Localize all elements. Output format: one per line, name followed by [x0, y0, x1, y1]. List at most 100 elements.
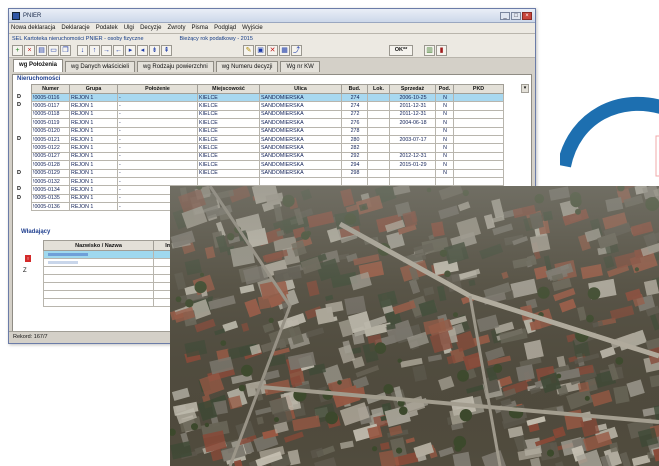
minimize-icon[interactable]: _ — [500, 11, 510, 20]
owner-row[interactable] — [43, 274, 184, 283]
table-cell: REJON 1 — [69, 143, 118, 153]
table-row[interactable]: !0005-0120 REJON 1- KIELCE SANDOMIERSKA 278 N — [31, 126, 504, 136]
link-icon[interactable]: ⤴ — [291, 45, 302, 56]
menu-item[interactable]: Decyzje — [140, 25, 161, 31]
sort-desc-icon[interactable]: ⇟ — [149, 45, 160, 56]
edit-icon[interactable]: ▤ — [36, 45, 47, 56]
print-icon[interactable]: ▥ — [424, 45, 435, 56]
table-row[interactable]: !0005-0129 REJON 1- KIELCE SANDOMIERSKA 298 N — [31, 168, 504, 178]
column-header[interactable]: Lok. — [367, 84, 390, 94]
arrow-right-icon[interactable]: → — [101, 45, 112, 56]
arrow-left-icon[interactable]: ← — [113, 45, 124, 56]
table-cell: 2003-07-17 — [389, 134, 436, 145]
table-cell: 2015-01-29 — [389, 160, 436, 170]
owners-column-header[interactable]: Nazwisko / Nazwa — [43, 240, 154, 251]
sort-asc-icon[interactable]: ⇞ — [161, 45, 172, 56]
column-header[interactable]: PKD — [453, 84, 504, 94]
owner-row[interactable] — [43, 250, 184, 259]
column-header[interactable]: Pod. — [435, 84, 454, 94]
table-cell: SANDOMIERSKA — [259, 160, 342, 170]
cancel-icon[interactable]: ✕ — [267, 45, 278, 56]
table-cell: REJON 1 — [69, 176, 118, 187]
table-row[interactable]: !0005-0119 REJON 1- KIELCE SANDOMIERSKA 276 2… — [31, 118, 504, 128]
table-row[interactable]: !0005-0128 REJON 1- KIELCE SANDOMIERSKA 294 2… — [31, 160, 504, 170]
close-icon[interactable]: × — [522, 11, 532, 20]
arrow-up-icon[interactable]: ↑ — [89, 45, 100, 56]
table-cell: !0005-0135 — [31, 193, 70, 204]
tab-kw-number[interactable]: Wg nr KW — [280, 61, 320, 72]
scroll-down-icon[interactable]: ▾ — [521, 84, 529, 93]
owner-row[interactable] — [43, 290, 184, 299]
column-header[interactable]: Miejscowość — [197, 84, 260, 94]
row-marker — [15, 177, 31, 185]
menu-item[interactable]: Wyjście — [242, 25, 263, 31]
owner-row[interactable] — [43, 282, 184, 291]
column-header[interactable]: Sprzedaż — [389, 84, 436, 94]
table-cell: - — [117, 134, 198, 145]
menu-item[interactable]: Ulgi — [124, 25, 134, 31]
menu-item[interactable]: Podgląd — [214, 25, 236, 31]
chart-icon[interactable]: ▦ — [279, 45, 290, 56]
row-marker: D — [17, 102, 21, 109]
delete-icon[interactable]: × — [24, 45, 35, 56]
menu-item[interactable]: Deklaracje — [61, 25, 89, 31]
copy-icon[interactable]: ❐ — [60, 45, 71, 56]
table-row[interactable]: !0005-0132 REJON 1- — [31, 176, 504, 187]
owner-row[interactable] — [43, 298, 184, 307]
table-cell: KIELCE — [197, 126, 260, 136]
menu-item[interactable]: Podatek — [96, 25, 118, 31]
table-cell: KIELCE — [197, 143, 260, 153]
tab-decision-number[interactable]: wg Numeru decyzji — [215, 61, 279, 72]
table-cell: 274 — [341, 101, 368, 111]
table-row[interactable]: !0005-0116 REJON 1- KIELCE SANDOMIERSKA 274 2… — [31, 92, 504, 103]
menu-item[interactable]: Zwroty — [167, 25, 185, 31]
row-marker — [15, 160, 31, 168]
arrow-down-icon[interactable]: ↓ — [77, 45, 88, 56]
column-header[interactable]: Grupa — [69, 84, 118, 94]
owner-row[interactable] — [43, 266, 184, 275]
table-row[interactable]: !0005-0127 REJON 1- KIELCE SANDOMIERSKA 292 2… — [31, 151, 504, 162]
document-icon[interactable]: ▭ — [48, 45, 59, 56]
menu-item[interactable]: Nowa deklaracja — [11, 25, 55, 31]
title-bar: PNIER _ □ × — [9, 9, 535, 23]
maximize-icon[interactable]: □ — [511, 11, 521, 20]
table-cell: !0005-0117 — [31, 101, 70, 111]
tab-surface-type[interactable]: wg Rodzaju powierzchni — [137, 61, 214, 72]
previous-icon[interactable]: ◂ — [137, 45, 148, 56]
table-cell — [367, 134, 390, 145]
tab-owner-data[interactable]: wg Danych właścicieli — [65, 61, 136, 72]
column-header[interactable]: Bud. — [341, 84, 368, 94]
table-cell: !0005-0128 — [31, 160, 70, 170]
exit-icon[interactable]: ▮ — [436, 45, 447, 56]
register-title: SEL Kartoteka nieruchomości PNIER - osob… — [12, 36, 144, 42]
table-cell: !0005-0134 — [31, 185, 70, 195]
table-cell: N — [435, 160, 454, 170]
pencil-icon[interactable]: ✎ — [243, 45, 254, 56]
table-cell: - — [117, 109, 198, 120]
table-row[interactable]: !0005-0122 REJON 1- KIELCE SANDOMIERSKA 282 N — [31, 143, 504, 153]
table-cell — [453, 160, 504, 170]
column-header[interactable]: Numer — [31, 84, 70, 94]
table-cell — [453, 176, 504, 187]
table-cell — [453, 143, 504, 153]
row-marker: D — [17, 194, 21, 201]
table-cell: 272 — [341, 109, 368, 120]
table-row[interactable]: !0005-0118 REJON 1- KIELCE SANDOMIERSKA 272 2… — [31, 109, 504, 120]
table-row[interactable]: !0005-0117 REJON 1- KIELCE SANDOMIERSKA 274 2… — [31, 101, 504, 111]
table-cell: 292 — [341, 151, 368, 162]
ok-button[interactable]: OK** — [389, 45, 413, 56]
view-icon[interactable]: ▣ — [255, 45, 266, 56]
table-row[interactable]: !0005-0121 REJON 1- KIELCE SANDOMIERSKA 280 2… — [31, 134, 504, 145]
menu-item[interactable]: Pisma — [191, 25, 208, 31]
table-cell: !0005-0136 — [31, 202, 70, 212]
table-cell: REJON 1 — [69, 92, 118, 103]
table-cell: SANDOMIERSKA — [259, 126, 342, 136]
add-icon[interactable]: + — [12, 45, 23, 56]
tab-location[interactable]: wg Położenia — [13, 59, 64, 72]
column-header[interactable]: Położenie — [117, 84, 198, 94]
table-cell: KIELCE — [197, 151, 260, 162]
owner-row[interactable] — [43, 258, 184, 267]
table-cell: SANDOMIERSKA — [259, 151, 342, 162]
column-header[interactable]: Ulica — [259, 84, 342, 94]
next-icon[interactable]: ▸ — [125, 45, 136, 56]
